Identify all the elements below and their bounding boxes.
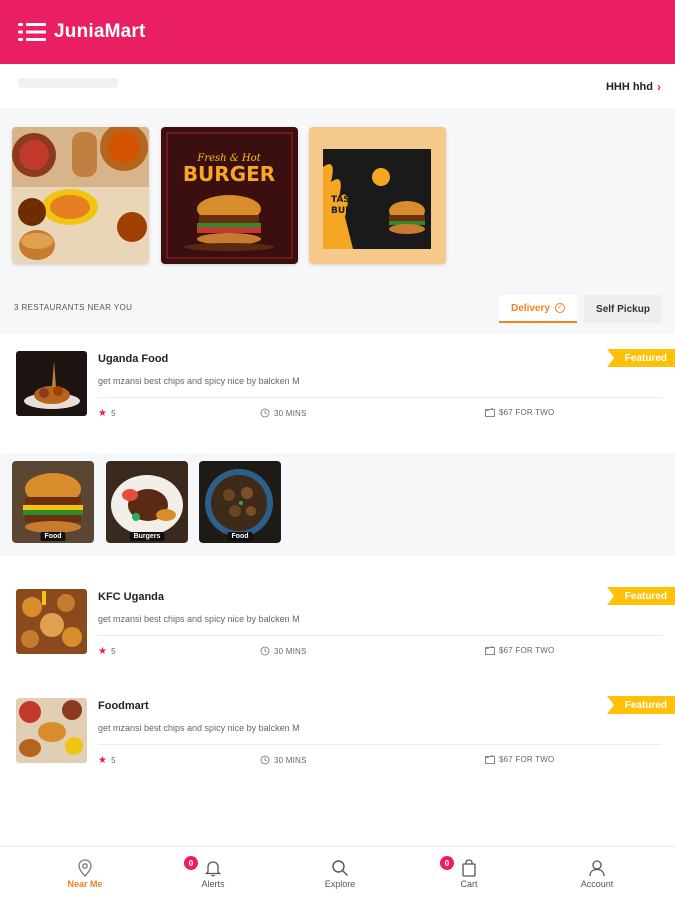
cart-count-badge: 0	[440, 856, 454, 870]
nav-cart[interactable]: Cart	[429, 847, 509, 900]
restaurant-card[interactable]: Foodmart get mzansi best chips and spicy…	[0, 681, 675, 791]
tab-self-pickup-label: Self Pickup	[596, 303, 650, 315]
restaurant-price: $67 FOR TWO	[485, 646, 554, 655]
chevron-right-icon: ›	[657, 80, 661, 94]
nav-label: Alerts	[201, 879, 225, 889]
restaurant-rating: ★ 5	[98, 755, 116, 766]
wallet-icon	[485, 646, 495, 655]
restaurant-description: get mzansi best chips and spicy nice by …	[98, 614, 300, 624]
menu-icon[interactable]	[18, 22, 46, 42]
clock-icon	[260, 646, 270, 656]
rating-value: 5	[111, 756, 116, 765]
location-address-placeholder	[18, 78, 118, 88]
price-value: $67 FOR TWO	[499, 646, 555, 655]
promo-banner-tasty-burger[interactable]: TASTY BURGER	[309, 127, 446, 264]
featured-badge: Featured	[607, 349, 675, 367]
restaurant-name: Foodmart	[98, 700, 149, 712]
restaurant-delivery-time: 30 MINS	[260, 755, 307, 765]
svg-text:BURGER: BURGER	[331, 206, 373, 216]
nav-label: Explore	[324, 879, 356, 889]
restaurant-thumbnail	[16, 351, 87, 416]
category-label: Burgers	[129, 532, 165, 541]
promo-banner-food-platter[interactable]	[12, 127, 149, 264]
restaurant-thumbnail	[16, 589, 87, 654]
divider	[98, 744, 662, 745]
restaurant-delivery-time: 30 MINS	[260, 408, 307, 418]
divider	[98, 635, 662, 636]
user-icon	[589, 860, 605, 877]
restaurant-rating: ★ 5	[98, 408, 116, 419]
featured-badge: Featured	[607, 587, 675, 605]
delivery-time-value: 30 MINS	[274, 408, 307, 418]
star-icon: ★	[98, 408, 108, 419]
restaurant-price: $67 FOR TWO	[485, 408, 554, 417]
nav-label: Cart	[460, 879, 478, 889]
delivery-time-value: 30 MINS	[274, 646, 307, 656]
bottom-navigation: Near Me Alerts 0 Explore Cart 0 Account	[0, 846, 675, 900]
restaurant-description: get mzansi best chips and spicy nice by …	[98, 376, 300, 386]
restaurant-card[interactable]: Uganda Food get mzansi best chips and sp…	[0, 334, 675, 444]
restaurant-description: get mzansi best chips and spicy nice by …	[98, 723, 300, 733]
check-circle-icon: ✓	[554, 303, 565, 313]
app-header: JuniaMart	[0, 0, 675, 64]
nav-near-me[interactable]: Near Me	[45, 847, 125, 900]
clock-icon	[260, 408, 270, 418]
location-pin-icon	[78, 859, 92, 877]
category-tile[interactable]: Food	[12, 461, 94, 543]
tab-delivery[interactable]: Delivery ✓	[499, 295, 577, 323]
category-label: Food	[40, 532, 66, 541]
nav-label: Near Me	[67, 879, 103, 889]
tab-delivery-label: Delivery	[511, 302, 550, 314]
app-screen: JuniaMart HHH hhd › Fresh & Hot BURGER T…	[0, 0, 675, 900]
nav-alerts[interactable]: Alerts	[173, 847, 253, 900]
price-value: $67 FOR TWO	[499, 755, 555, 764]
search-icon	[332, 860, 348, 876]
rating-value: 5	[111, 409, 116, 418]
rating-value: 5	[111, 647, 116, 656]
price-value: $67 FOR TWO	[499, 408, 555, 417]
restaurant-price: $67 FOR TWO	[485, 755, 554, 764]
featured-badge: Featured	[607, 696, 675, 714]
location-selector[interactable]: HHH hhd ›	[606, 80, 661, 94]
wallet-icon	[485, 755, 495, 764]
alerts-count-badge: 0	[184, 856, 198, 870]
nav-label: Account	[580, 879, 614, 889]
category-tile[interactable]: Burgers	[106, 461, 188, 543]
restaurant-name: Uganda Food	[98, 353, 169, 365]
restaurant-delivery-time: 30 MINS	[260, 646, 307, 656]
star-icon: ★	[98, 646, 108, 657]
tab-self-pickup[interactable]: Self Pickup	[584, 295, 662, 323]
clock-icon	[260, 755, 270, 765]
restaurant-thumbnail	[16, 698, 87, 763]
wallet-icon	[485, 408, 495, 417]
star-icon: ★	[98, 755, 108, 766]
shopping-bag-icon	[462, 859, 476, 877]
svg-text:BURGER: BURGER	[183, 162, 275, 186]
restaurant-name: KFC Uganda	[98, 591, 164, 603]
app-title: JuniaMart	[54, 21, 146, 42]
svg-text:TASTY: TASTY	[331, 195, 363, 205]
divider	[98, 397, 662, 398]
promo-banner-burger[interactable]: Fresh & Hot BURGER	[161, 127, 298, 264]
location-name: HHH hhd	[605, 81, 653, 93]
nav-explore[interactable]: Explore	[300, 847, 380, 900]
delivery-time-value: 30 MINS	[274, 755, 307, 765]
category-label: Food	[227, 532, 253, 541]
restaurant-rating: ★ 5	[98, 646, 116, 657]
bell-icon	[204, 861, 222, 877]
nav-account[interactable]: Account	[557, 847, 637, 900]
restaurant-card[interactable]: KFC Uganda get mzansi best chips and spi…	[0, 572, 675, 682]
category-tile[interactable]: Food	[199, 461, 281, 543]
restaurants-count-label: 3 RESTAURANTS NEAR YOU	[14, 303, 133, 312]
category-section	[0, 453, 675, 556]
